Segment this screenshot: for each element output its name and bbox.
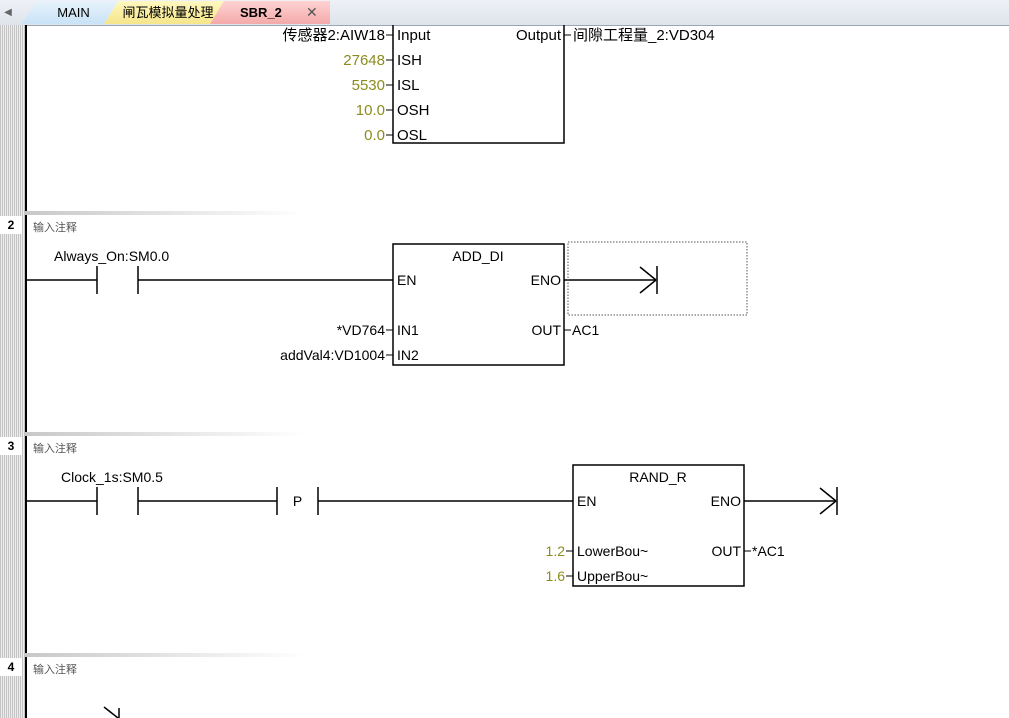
pin-eno: ENO [711, 493, 741, 509]
pin-upper-bound: UpperBou~ [577, 568, 648, 584]
param-osl-value[interactable]: 0.0 [364, 127, 385, 144]
add-di-block[interactable]: ADD_DI EN ENO *VD764 IN1 addVal4:VD1004 … [280, 243, 599, 366]
param-isl-value[interactable]: 5530 [352, 77, 385, 94]
upper-bound-value[interactable]: 1.6 [546, 568, 566, 584]
pin-input: Input [397, 27, 431, 44]
lower-bound-value[interactable]: 1.2 [546, 543, 566, 559]
contact-label[interactable]: Clock_1s:SM0.5 [61, 469, 163, 485]
pin-out: OUT [531, 322, 561, 338]
in1-value[interactable]: *VD764 [337, 322, 385, 338]
output-value[interactable]: 间隙工程量_2:VD304 [573, 27, 715, 44]
out-value[interactable]: *AC1 [752, 543, 785, 559]
pin-en: EN [577, 493, 596, 509]
network-2: Always_On:SM0.0 ADD_DI EN ENO *VD764 IN1… [27, 241, 748, 366]
pin-ish: ISH [397, 52, 422, 69]
pin-osh: OSH [397, 102, 430, 119]
positive-edge-contact[interactable]: P [276, 487, 319, 515]
pin-lower-bound: LowerBou~ [577, 543, 648, 559]
contact-label[interactable]: Always_On:SM0.0 [54, 248, 169, 264]
param-ish-value[interactable]: 27648 [343, 52, 385, 69]
block-title: ADD_DI [452, 248, 503, 264]
param-input-value[interactable]: 传感器2:AIW18 [282, 27, 385, 44]
pin-in2: IN2 [397, 347, 419, 363]
edge-label: P [293, 493, 302, 509]
no-contact[interactable] [96, 487, 139, 515]
pin-isl: ISL [397, 77, 420, 94]
pin-output: Output [516, 27, 562, 44]
out-value[interactable]: AC1 [572, 322, 599, 338]
no-contact[interactable] [96, 266, 139, 294]
network-3: Clock_1s:SM0.5 P RAND_R EN ENO 1.2 Lower… [27, 464, 838, 587]
param-osh-value[interactable]: 10.0 [356, 102, 385, 119]
pin-eno: ENO [531, 272, 561, 288]
scale-block[interactable]: 传感器2:AIW18 Input 27648 ISH 5530 ISL 10.0… [282, 25, 715, 144]
pin-en: EN [397, 272, 416, 288]
pin-in1: IN1 [397, 322, 419, 338]
pin-out: OUT [711, 543, 741, 559]
ladder-diagram: 传感器2:AIW18 Input 27648 ISH 5530 ISL 10.0… [27, 25, 838, 718]
pin-osl: OSL [397, 127, 427, 144]
block-title: RAND_R [629, 469, 687, 485]
coil-arrow-icon [103, 706, 120, 718]
in2-value[interactable]: addVal4:VD1004 [280, 347, 385, 363]
rand-r-block[interactable]: RAND_R EN ENO 1.2 LowerBou~ 1.6 UpperBou… [546, 464, 785, 587]
